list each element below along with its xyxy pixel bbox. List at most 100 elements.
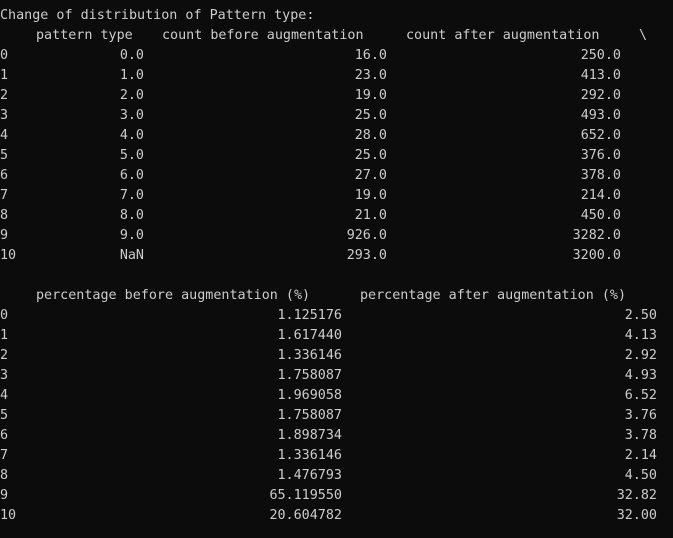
cell-pct-after: 3.76 [624, 408, 657, 423]
table2-row: 6 1.898734 3.78 [0, 426, 673, 446]
table1-row: 4 4.0 28.0 652.0 [0, 126, 673, 146]
header-count-after: count after augmentation [406, 28, 600, 43]
cell-pct-before: 1.758087 [277, 368, 343, 383]
row-index: 9 [0, 488, 9, 503]
cell-count-after: 3282.0 [572, 228, 621, 243]
table1-body: 0 0.0 16.0 250.0 1 1.0 23.0 413.0 2 2.0 19.0 292.0 3… [0, 46, 673, 266]
cell-pct-after: 3.78 [624, 428, 657, 443]
cell-pattern-type: 5.0 [119, 148, 144, 163]
table2-row: 4 1.969058 6.52 [0, 386, 673, 406]
row-index: 3 [0, 368, 9, 383]
cell-pct-before: 1.476793 [277, 468, 343, 483]
row-index: 8 [0, 468, 9, 483]
cell-pct-before: 1.336146 [277, 448, 343, 463]
cell-count-before: 21.0 [354, 208, 387, 223]
cell-pct-before: 1.758087 [277, 408, 343, 423]
cell-pattern-type: 3.0 [119, 108, 144, 123]
table1-row: 7 7.0 19.0 214.0 [0, 186, 673, 206]
cell-count-before: 19.0 [354, 188, 387, 203]
row-index: 2 [0, 88, 9, 103]
cell-count-after: 413.0 [580, 68, 621, 83]
row-index: 7 [0, 188, 9, 203]
output-title-line: Change of distribution of Pattern type: [0, 6, 673, 26]
cell-count-before: 27.0 [354, 168, 387, 183]
cell-pct-after: 6.52 [624, 388, 657, 403]
cell-pattern-type: 6.0 [119, 168, 144, 183]
cell-pct-after: 2.92 [624, 348, 657, 363]
cell-pct-after: 4.13 [624, 328, 657, 343]
row-index: 10 [0, 248, 17, 263]
cell-pct-before: 1.125176 [277, 308, 343, 323]
cell-count-after: 292.0 [580, 88, 621, 103]
cell-count-before: 19.0 [354, 88, 387, 103]
table2-row: 8 1.476793 4.50 [0, 466, 673, 486]
cell-pct-before: 1.969058 [277, 388, 343, 403]
table2-row: 5 1.758087 3.76 [0, 406, 673, 426]
table1-row: 8 8.0 21.0 450.0 [0, 206, 673, 226]
row-index: 8 [0, 208, 9, 223]
cell-pct-after: 2.50 [624, 308, 657, 323]
row-index: 4 [0, 388, 9, 403]
row-index: 1 [0, 68, 9, 83]
row-index: 10 [0, 508, 17, 523]
cell-pct-after: 4.93 [624, 368, 657, 383]
table2-row: 2 1.336146 2.92 [0, 346, 673, 366]
table2-row: 10 20.604782 32.00 [0, 506, 673, 526]
header-pct-before: percentage before augmentation (%) [36, 288, 311, 303]
row-index: 5 [0, 408, 9, 423]
row-index: 7 [0, 448, 9, 463]
table1-row: 9 9.0 926.0 3282.0 [0, 226, 673, 246]
row-index: 1 [0, 328, 9, 343]
table1-header-row: pattern type count before augmentation c… [0, 26, 673, 46]
row-index: 9 [0, 228, 9, 243]
cell-count-before: 28.0 [354, 128, 387, 143]
cell-count-after: 450.0 [580, 208, 621, 223]
table1-row: 6 6.0 27.0 378.0 [0, 166, 673, 186]
cell-count-after: 376.0 [580, 148, 621, 163]
row-index: 6 [0, 428, 9, 443]
cell-count-after: 652.0 [580, 128, 621, 143]
cell-pct-before: 1.898734 [277, 428, 343, 443]
cell-count-after: 214.0 [580, 188, 621, 203]
table1-row: 10 NaN 293.0 3200.0 [0, 246, 673, 266]
row-index: 0 [0, 308, 9, 323]
output-title: Change of distribution of Pattern type: [0, 8, 315, 23]
cell-count-before: 926.0 [346, 228, 387, 243]
table2-row: 0 1.125176 2.50 [0, 306, 673, 326]
cell-pct-before: 1.617440 [277, 328, 343, 343]
header-continuation-marker: \ [639, 28, 648, 43]
cell-count-before: 25.0 [354, 148, 387, 163]
cell-count-after: 378.0 [580, 168, 621, 183]
header-pct-after: percentage after augmentation (%) [360, 288, 627, 303]
cell-pct-after: 32.00 [616, 508, 657, 523]
table2-body: 0 1.125176 2.50 1 1.617440 4.13 2 1.336146 2.92 3… [0, 306, 673, 526]
cell-pattern-type: NaN [119, 248, 144, 263]
cell-pct-after: 4.50 [624, 468, 657, 483]
table1-row: 5 5.0 25.0 376.0 [0, 146, 673, 166]
cell-pct-before: 20.604782 [269, 508, 342, 523]
header-pattern-type: pattern type [36, 28, 133, 43]
cell-pattern-type: 0.0 [119, 48, 144, 63]
cell-count-after: 3200.0 [572, 248, 621, 263]
cell-count-before: 23.0 [354, 68, 387, 83]
table2-row: 3 1.758087 4.93 [0, 366, 673, 386]
cell-pattern-type: 7.0 [119, 188, 144, 203]
table1-row: 3 3.0 25.0 493.0 [0, 106, 673, 126]
row-index: 6 [0, 168, 9, 183]
table2-row: 9 65.119550 32.82 [0, 486, 673, 506]
row-index: 2 [0, 348, 9, 363]
table2-row: 1 1.617440 4.13 [0, 326, 673, 346]
cell-pattern-type: 2.0 [119, 88, 144, 103]
cell-count-before: 293.0 [346, 248, 387, 263]
console-output: Change of distribution of Pattern type: … [0, 6, 673, 526]
cell-count-before: 16.0 [354, 48, 387, 63]
table1-row: 2 2.0 19.0 292.0 [0, 86, 673, 106]
cell-pct-before: 1.336146 [277, 348, 343, 363]
row-index: 3 [0, 108, 9, 123]
cell-pattern-type: 4.0 [119, 128, 144, 143]
table2-header-row: percentage before augmentation (%) perce… [0, 286, 673, 306]
table1-row: 0 0.0 16.0 250.0 [0, 46, 673, 66]
header-count-before: count before augmentation [162, 28, 364, 43]
cell-pct-after: 32.82 [616, 488, 657, 503]
